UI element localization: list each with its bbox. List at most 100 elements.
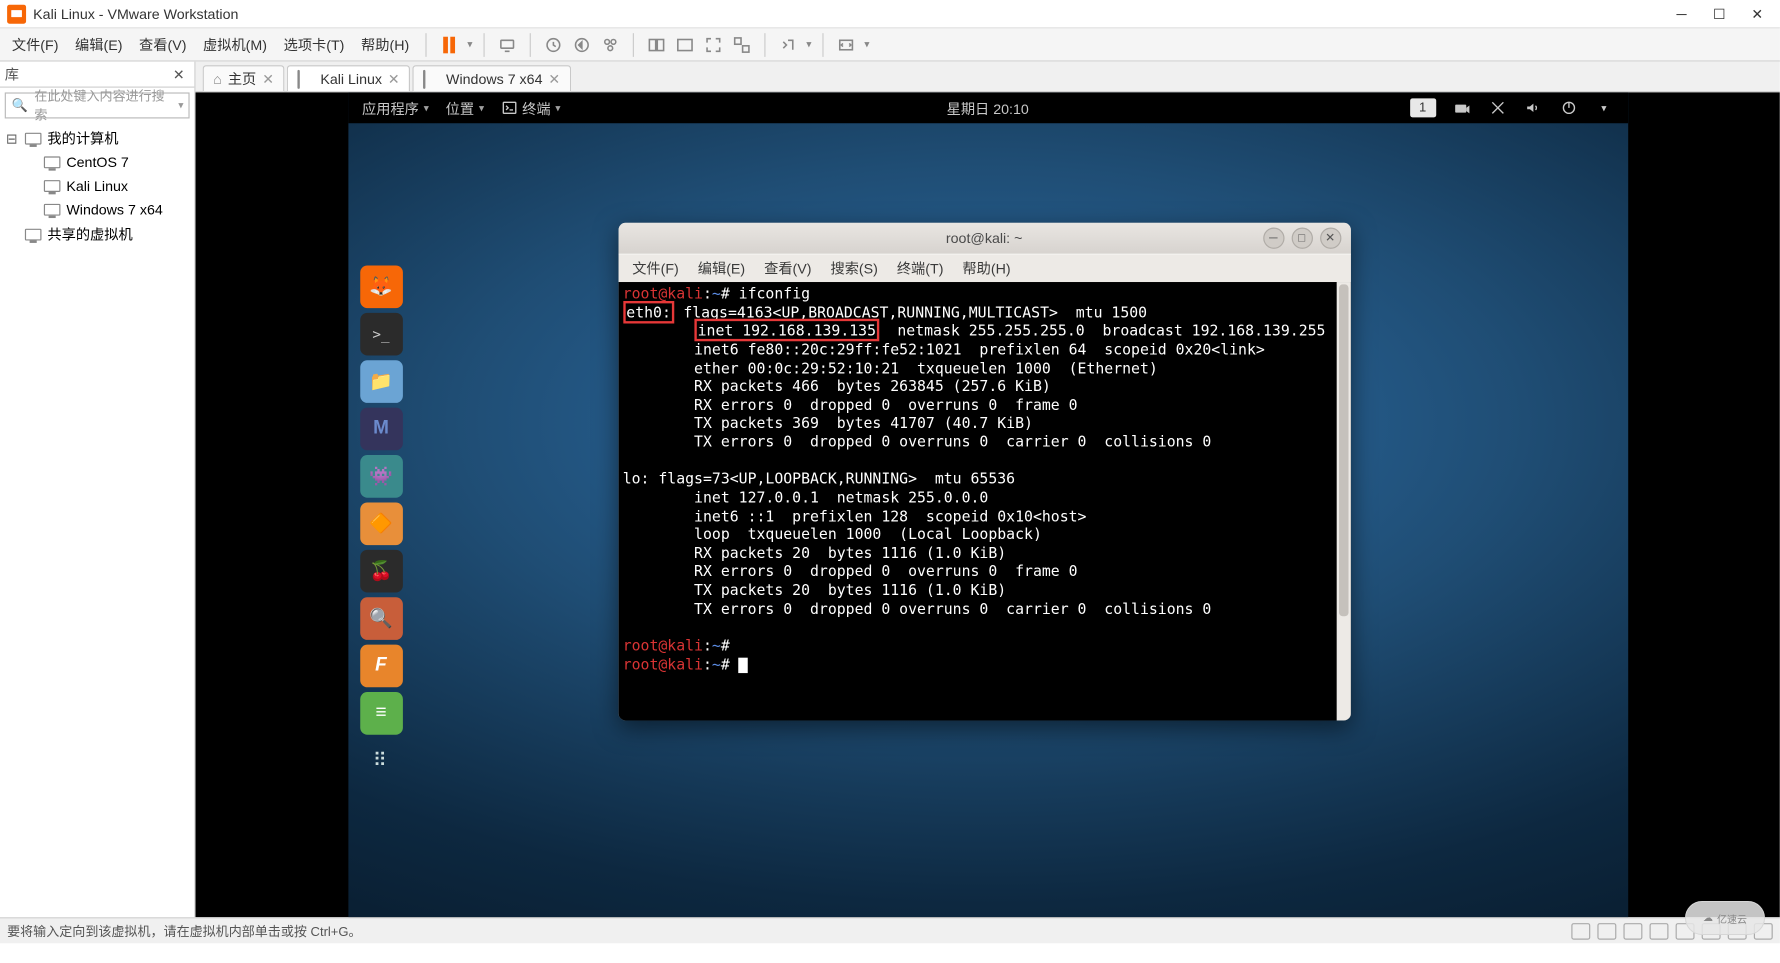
separator bbox=[530, 33, 531, 57]
terminal-body[interactable]: root@kali:~# ifconfig eth0: flags=4163<U… bbox=[618, 282, 1350, 720]
term-menu-view[interactable]: 查看(V) bbox=[757, 256, 819, 281]
tab-home[interactable]: ⌂ 主页 ✕ bbox=[203, 65, 285, 91]
stretch-dropdown[interactable]: ▾ bbox=[862, 38, 871, 51]
quick-switch-dropdown[interactable]: ▾ bbox=[804, 38, 813, 51]
status-device-icon[interactable] bbox=[1597, 923, 1616, 940]
tab-close-icon[interactable]: ✕ bbox=[262, 71, 274, 88]
tree-root-my-computer[interactable]: ⊟ 我的计算机 bbox=[5, 126, 190, 151]
snapshot-button[interactable] bbox=[541, 31, 567, 57]
dock-cherrytree[interactable]: 🍒 bbox=[360, 550, 403, 593]
terminal-scrollbar[interactable] bbox=[1336, 282, 1350, 720]
status-message: 要将输入定向到该虚拟机，请在虚拟机内部单击或按 Ctrl+G。 bbox=[7, 921, 362, 940]
tab-close-icon[interactable]: ✕ bbox=[548, 71, 560, 88]
workspace-indicator[interactable]: 1 bbox=[1410, 98, 1436, 117]
tree-shared-vms[interactable]: 共享的虚拟机 bbox=[5, 222, 190, 247]
stretch-button[interactable] bbox=[833, 31, 859, 57]
watermark-text: 亿速云 bbox=[1717, 911, 1747, 926]
clock[interactable]: 星期日 20:10 bbox=[947, 98, 1029, 118]
terminal-titlebar[interactable]: root@kali: ~ ─ □ ✕ bbox=[618, 223, 1350, 254]
term-menu-search[interactable]: 搜索(S) bbox=[823, 256, 885, 281]
power-dropdown[interactable]: ▾ bbox=[465, 38, 474, 51]
manage-snapshots-button[interactable] bbox=[598, 31, 624, 57]
applications-menu[interactable]: 应用程序▾ bbox=[362, 98, 429, 118]
vm-icon bbox=[43, 200, 62, 219]
vmware-icon bbox=[7, 4, 26, 23]
window-maximize-button[interactable]: ☐ bbox=[1711, 5, 1728, 22]
tab-bar: ⌂ 主页 ✕ Kali Linux ✕ Windows 7 x64 ✕ bbox=[196, 62, 1780, 93]
menubar: 文件(F) 编辑(E) 查看(V) 虚拟机(M) 选项卡(T) 帮助(H) ▾ … bbox=[0, 28, 1780, 61]
send-ctrl-alt-del-button[interactable] bbox=[495, 31, 521, 57]
terminal-indicator[interactable]: 终端▾ bbox=[501, 98, 561, 118]
terminal-title: root@kali: ~ bbox=[946, 230, 1022, 247]
search-dropdown-icon[interactable]: ▾ bbox=[178, 99, 183, 112]
status-device-icon[interactable] bbox=[1571, 923, 1590, 940]
tree-item-win7[interactable]: Windows 7 x64 bbox=[24, 198, 190, 222]
status-device-icon[interactable] bbox=[1650, 923, 1669, 940]
tree-item-centos[interactable]: CentOS 7 bbox=[24, 150, 190, 174]
dock-armitage[interactable]: 👾 bbox=[360, 455, 403, 498]
dock-burpsuite[interactable]: 🔶 bbox=[360, 502, 403, 545]
tab-kali-linux[interactable]: Kali Linux ✕ bbox=[287, 65, 410, 91]
vm-icon bbox=[43, 177, 62, 196]
watermark-cloud-icon: ☁ bbox=[1703, 913, 1713, 924]
dock-files[interactable]: 📁 bbox=[360, 360, 403, 403]
sidebar-close-button[interactable]: ✕ bbox=[168, 66, 189, 83]
terminal-minimize-button[interactable]: ─ bbox=[1263, 228, 1284, 249]
menu-view[interactable]: 查看(V) bbox=[132, 31, 194, 58]
power-icon[interactable] bbox=[1559, 98, 1578, 117]
menu-tabs[interactable]: 选项卡(T) bbox=[276, 31, 351, 58]
tree-item-label: CentOS 7 bbox=[66, 154, 128, 171]
fullscreen-button[interactable] bbox=[701, 31, 727, 57]
inet-highlight: inet 192.168.139.135 bbox=[694, 319, 879, 342]
status-device-icon[interactable] bbox=[1623, 923, 1642, 940]
dock-faraday[interactable]: F bbox=[360, 645, 403, 688]
pause-button[interactable] bbox=[436, 31, 462, 57]
sidebar-title: 库 bbox=[5, 64, 19, 84]
term-menu-file[interactable]: 文件(F) bbox=[625, 256, 686, 281]
gnome-topbar: 应用程序▾ 位置▾ 终端▾ 星期日 20:10 1 bbox=[348, 92, 1628, 123]
tab-kali-label: Kali Linux bbox=[320, 71, 382, 88]
accessibility-icon[interactable] bbox=[1488, 98, 1507, 117]
volume-icon[interactable] bbox=[1523, 98, 1542, 117]
cursor bbox=[739, 657, 748, 672]
terminal-menubar: 文件(F) 编辑(E) 查看(V) 搜索(S) 终端(T) 帮助(H) bbox=[618, 254, 1350, 282]
terminal-maximize-button[interactable]: □ bbox=[1291, 228, 1312, 249]
library-search-input[interactable]: 🔍 在此处键入内容进行搜索 ▾ bbox=[5, 92, 190, 118]
kali-desktop[interactable]: 应用程序▾ 位置▾ 终端▾ 星期日 20:10 1 bbox=[348, 92, 1628, 917]
revert-snapshot-button[interactable] bbox=[569, 31, 595, 57]
chevron-down-icon[interactable]: ▾ bbox=[1594, 98, 1613, 117]
term-menu-edit[interactable]: 编辑(E) bbox=[691, 256, 753, 281]
window-minimize-button[interactable]: ─ bbox=[1673, 5, 1690, 22]
menu-edit[interactable]: 编辑(E) bbox=[68, 31, 130, 58]
tab-home-label: 主页 bbox=[228, 69, 256, 89]
tree-root-label: 我的计算机 bbox=[47, 128, 118, 148]
menu-help[interactable]: 帮助(H) bbox=[354, 31, 416, 58]
dock-terminal[interactable]: >_ bbox=[360, 313, 403, 356]
window-close-button[interactable]: ✕ bbox=[1749, 5, 1766, 22]
vm-display-area[interactable]: 应用程序▾ 位置▾ 终端▾ 星期日 20:10 1 bbox=[196, 92, 1780, 917]
unity-button[interactable] bbox=[729, 31, 755, 57]
places-menu[interactable]: 位置▾ bbox=[446, 98, 485, 118]
quick-switch-button[interactable] bbox=[775, 31, 801, 57]
dock-zenmap[interactable]: 🔍 bbox=[360, 597, 403, 640]
menu-file[interactable]: 文件(F) bbox=[5, 31, 66, 58]
view-single-button[interactable] bbox=[672, 31, 698, 57]
terminal-window[interactable]: root@kali: ~ ─ □ ✕ 文件(F) 编辑(E) 查看(V) 搜索(… bbox=[618, 223, 1350, 721]
dock-show-apps[interactable]: ⠿ bbox=[360, 739, 403, 782]
term-menu-terminal[interactable]: 终端(T) bbox=[890, 256, 951, 281]
camera-icon[interactable] bbox=[1452, 98, 1471, 117]
dock-leafpad[interactable]: ≡ bbox=[360, 692, 403, 735]
dock-firefox[interactable]: 🦊 bbox=[360, 265, 403, 308]
menu-vm[interactable]: 虚拟机(M) bbox=[196, 31, 274, 58]
tab-close-icon[interactable]: ✕ bbox=[388, 71, 400, 88]
tree-item-kali[interactable]: Kali Linux bbox=[24, 174, 190, 198]
tree-collapse-icon[interactable]: ⊟ bbox=[5, 130, 19, 147]
view-console-button[interactable] bbox=[644, 31, 670, 57]
term-menu-help[interactable]: 帮助(H) bbox=[955, 256, 1017, 281]
dock-metasploit[interactable]: M bbox=[360, 408, 403, 451]
tab-windows7[interactable]: Windows 7 x64 ✕ bbox=[413, 65, 571, 91]
watermark-logo: ☁ 亿速云 bbox=[1685, 901, 1765, 935]
separator bbox=[426, 33, 427, 57]
tab-win7-label: Windows 7 x64 bbox=[446, 71, 542, 88]
terminal-close-button[interactable]: ✕ bbox=[1319, 228, 1340, 249]
